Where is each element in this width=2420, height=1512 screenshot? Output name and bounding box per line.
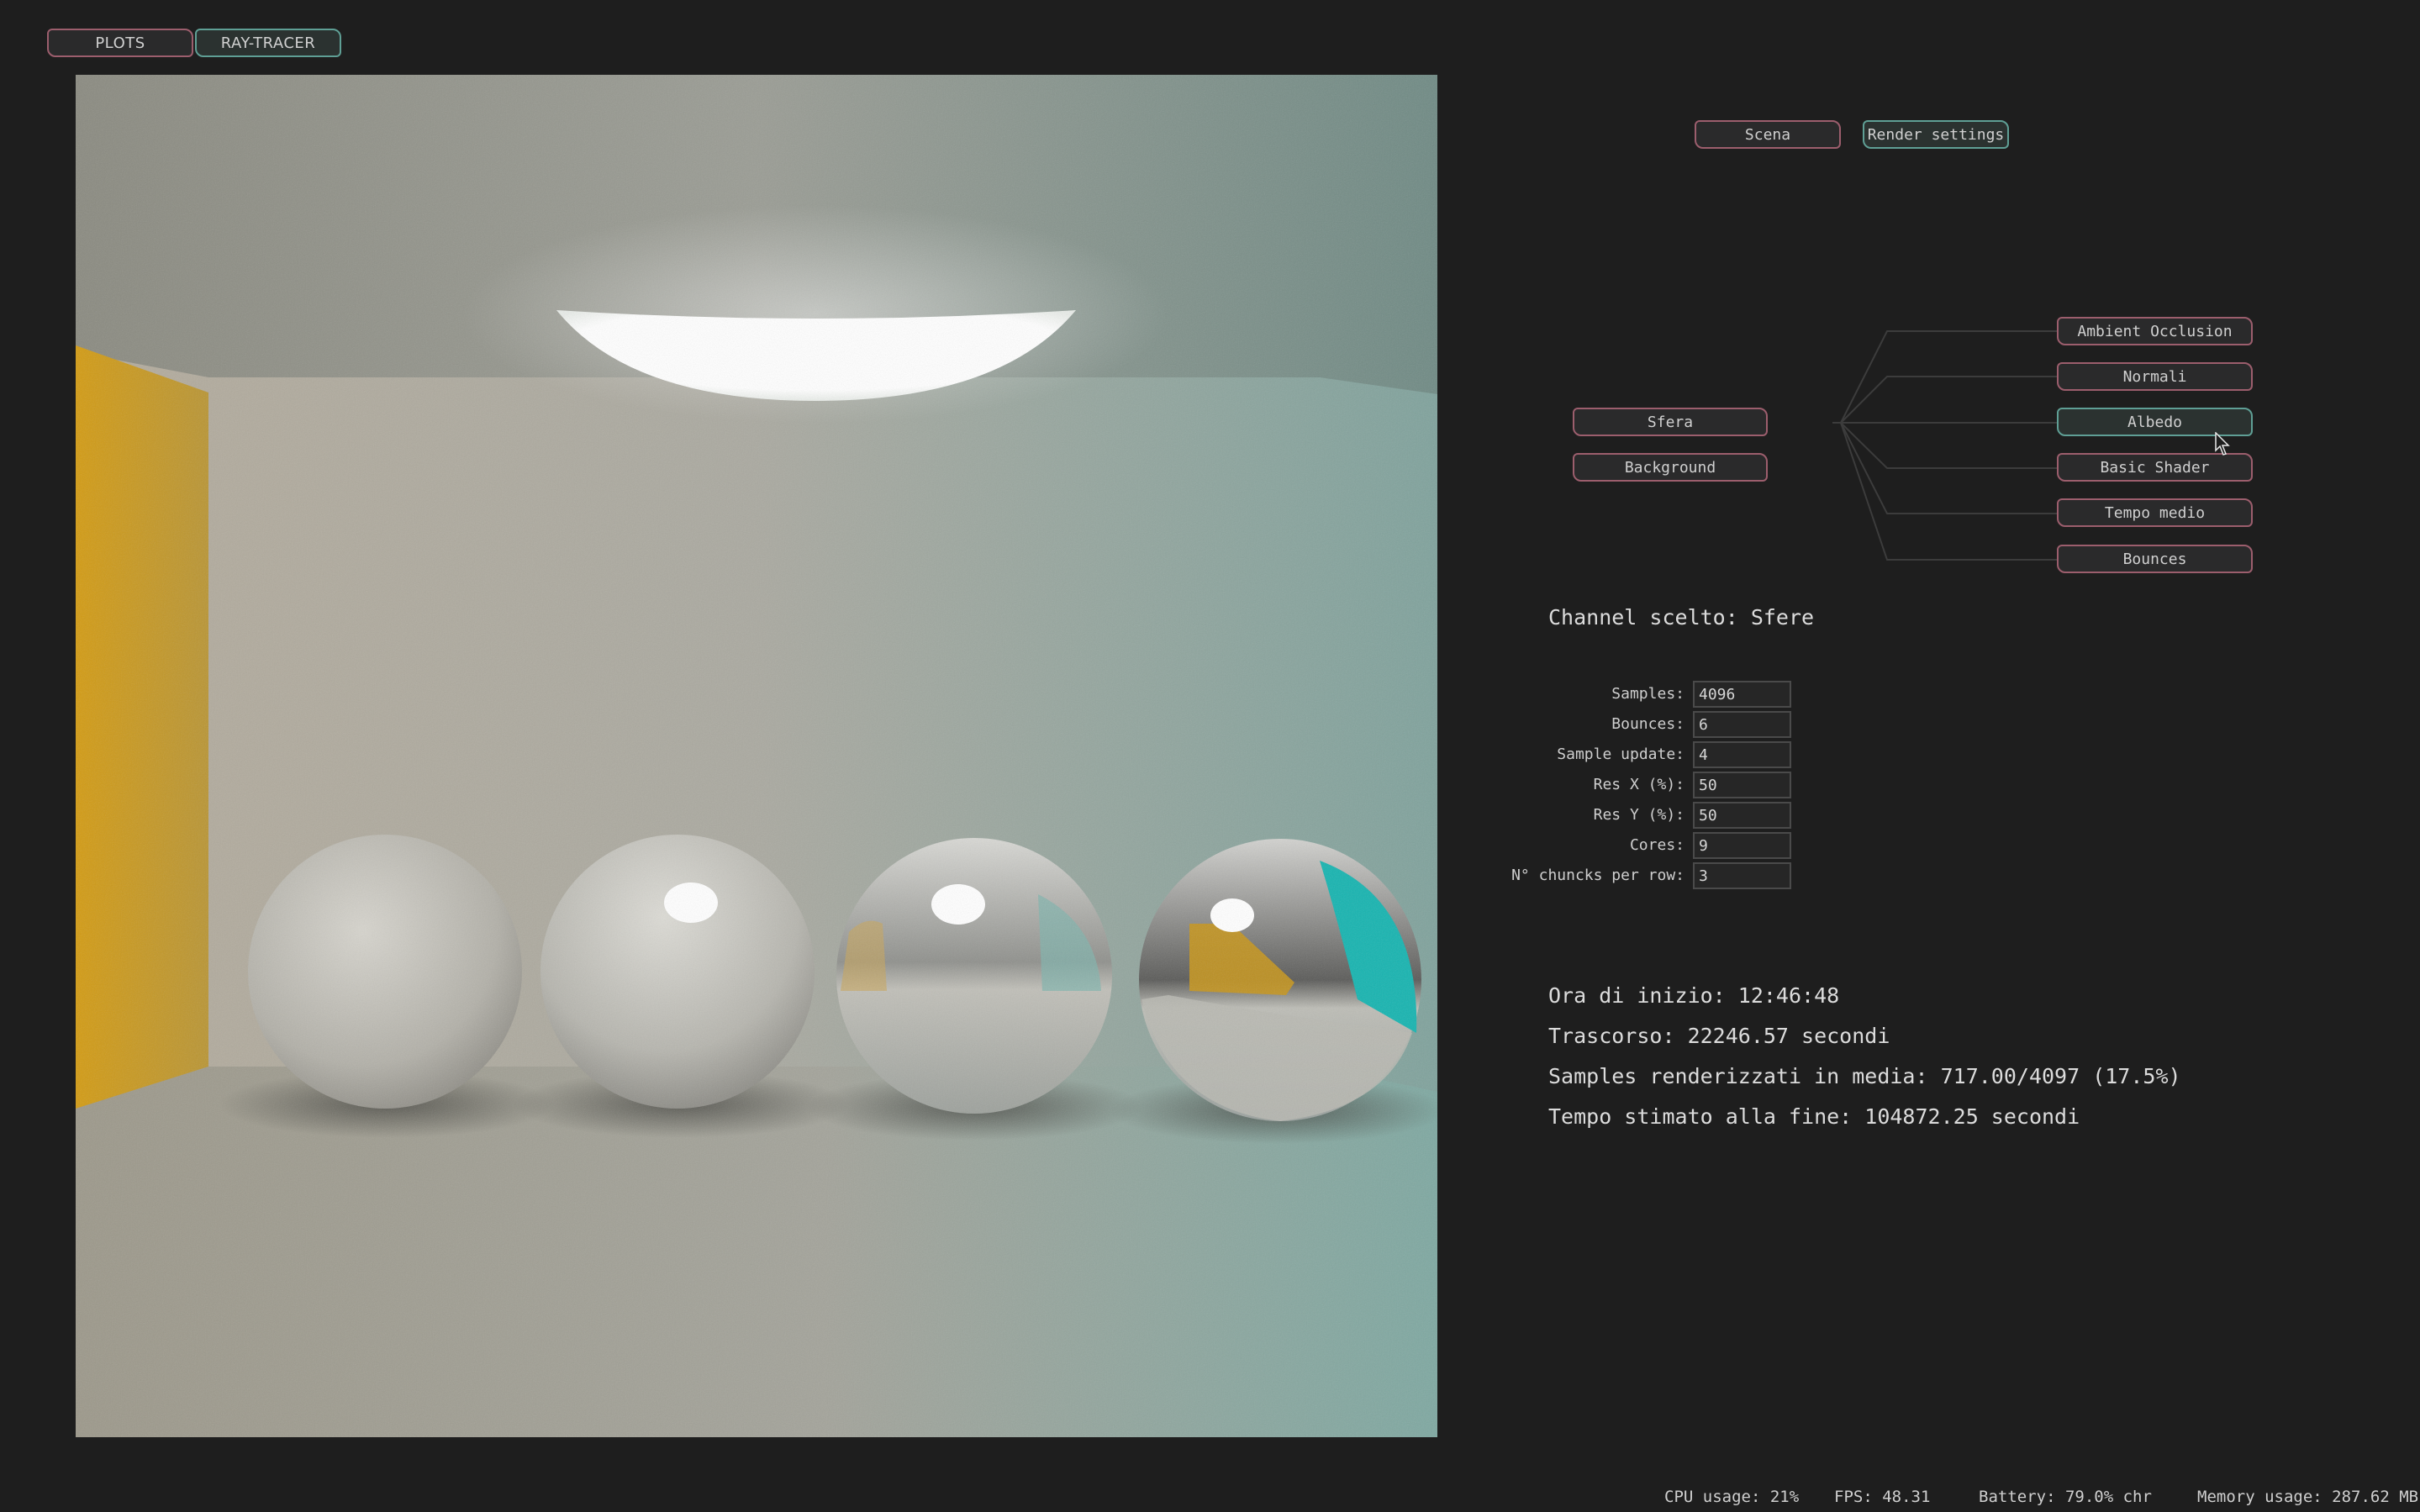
res-x-input[interactable]: 50 <box>1693 772 1791 798</box>
setting-label: Samples: <box>1611 685 1685 703</box>
setting-label: N° chuncks per row: <box>1511 867 1685 884</box>
rendered-image <box>76 75 1437 1437</box>
setting-row-res-y: Res Y (%): <box>1429 802 1685 829</box>
chunks-per-row-input[interactable]: 3 <box>1693 862 1791 889</box>
scene-item-sfera[interactable]: Sfera <box>1573 408 1768 436</box>
tab-plots[interactable]: PLOTS <box>47 29 193 57</box>
setting-label: Sample update: <box>1557 745 1685 763</box>
channel-tempo-medio[interactable]: Tempo medio <box>2057 498 2253 527</box>
mouse-cursor-icon <box>2215 432 2230 456</box>
setting-row-res-x: Res X (%): <box>1429 772 1685 798</box>
setting-label: Bounces: <box>1611 715 1685 733</box>
memory-usage: Memory usage: 287.62 MB <box>2197 1488 2419 1506</box>
channel-ambient-occlusion[interactable]: Ambient Occlusion <box>2057 317 2253 345</box>
setting-label: Res X (%): <box>1593 776 1685 793</box>
cpu-usage: CPU usage: 21% <box>1664 1488 1800 1506</box>
channel-title: Channel scelto: Sfere <box>1548 605 1815 630</box>
setting-row-cores: Cores: <box>1429 832 1685 859</box>
setting-row-chunks: N° chuncks per row: <box>1429 862 1685 889</box>
tab-ray-tracer[interactable]: RAY-TRACER <box>195 29 341 57</box>
sample-update-input[interactable]: 4 <box>1693 741 1791 768</box>
samples-input[interactable]: 4096 <box>1693 681 1791 708</box>
setting-label: Cores: <box>1629 836 1685 854</box>
fps-counter: FPS: 48.31 <box>1834 1488 1931 1506</box>
elapsed-time: Trascorso: 22246.57 secondi <box>1548 1024 1890 1048</box>
setting-label: Res Y (%): <box>1593 806 1685 824</box>
channel-normali[interactable]: Normali <box>2057 362 2253 391</box>
bounces-input[interactable]: 6 <box>1693 711 1791 738</box>
cores-input[interactable]: 9 <box>1693 832 1791 859</box>
channel-bounces[interactable]: Bounces <box>2057 545 2253 573</box>
battery-status: Battery: 79.0% chr <box>1979 1488 2152 1506</box>
estimated-time: Tempo stimato alla fine: 104872.25 secon… <box>1548 1104 2080 1129</box>
res-y-input[interactable]: 50 <box>1693 802 1791 829</box>
render-viewport[interactable] <box>76 75 1437 1437</box>
tab-scena[interactable]: Scena <box>1695 120 1841 149</box>
channel-basic-shader[interactable]: Basic Shader <box>2057 453 2253 482</box>
setting-row-bounces: Bounces: <box>1429 711 1685 738</box>
tab-render-settings[interactable]: Render settings <box>1863 120 2009 149</box>
setting-row-sample-update: Sample update: <box>1429 741 1685 768</box>
channel-tree-connectors <box>1832 330 2058 561</box>
setting-row-samples: Samples: <box>1429 681 1685 708</box>
samples-progress: Samples renderizzati in media: 717.00/40… <box>1548 1064 2181 1088</box>
scene-item-background[interactable]: Background <box>1573 453 1768 482</box>
start-time: Ora di inizio: 12:46:48 <box>1548 983 1840 1008</box>
